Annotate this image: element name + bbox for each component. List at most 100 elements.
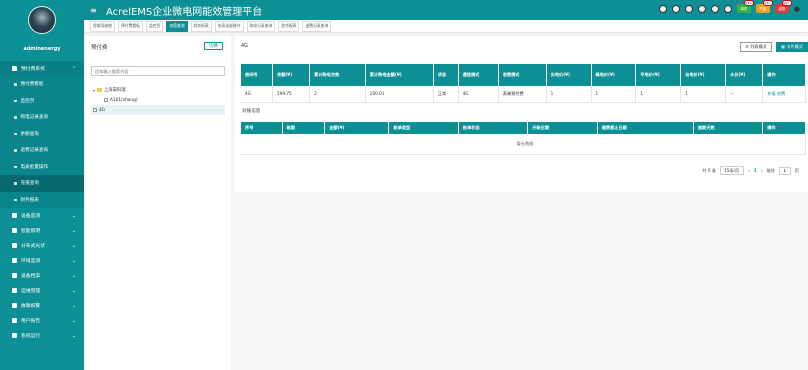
pagination: 共 0 条 15条/页 ‹ 1 › 前往 页 <box>702 166 799 175</box>
sidebar-subitem-label: 余额查询 <box>20 131 39 137</box>
sidebar-item-device-monitor[interactable]: 设备监测 ⌄ <box>0 208 84 223</box>
bullet-icon <box>14 198 17 201</box>
sidebar-subitem-recharge[interactable]: 充值查询 <box>0 175 84 192</box>
table-cell: 1 <box>546 86 592 103</box>
sidebar-subitem-finance[interactable]: 财务报表 <box>0 191 84 208</box>
sidebar-item-label: 系统运行 <box>21 334 41 339</box>
avatar[interactable] <box>28 6 56 34</box>
page-tabs: 智能驾驶舱 预付费看板 监控页 充值查询 财务报表 电表批量操作 购电记录查询 … <box>84 20 808 33</box>
tree-node-child[interactable]: A101(zhang) <box>91 95 225 105</box>
col-header: 逾期天数 <box>693 122 764 134</box>
sidebar-item-prepaid-system[interactable]: 预付费系统 ⌃ <box>0 61 84 76</box>
tab-composite-report[interactable]: 综合报表 <box>278 20 300 32</box>
sidebar-item-maintenance[interactable]: 运维管理 ⌄ <box>0 283 84 298</box>
card-mode-button[interactable]: ▦ 卡片模式 <box>775 42 808 52</box>
badge-count: 99+ <box>743 0 754 6</box>
next-page-button[interactable]: › <box>761 168 763 173</box>
badge-label: 严重 <box>759 7 767 11</box>
table-cell: 1 <box>591 86 637 103</box>
col-header: 收费模式 <box>498 64 547 86</box>
tree-search-input[interactable] <box>91 66 225 76</box>
tab-prepaid-dashboard[interactable]: 预付费看板 <box>117 20 143 32</box>
tree-panel: 预付费 切换 ▾ 上海安科瑞 A101(zhang) 4G <box>85 36 231 370</box>
view-mode-buttons: ≡ 列表模式 ▦ 卡片模式 <box>740 42 808 52</box>
event-badge[interactable]: 事件 99+ <box>736 0 754 13</box>
theme-icon[interactable] <box>658 4 667 13</box>
tab-recharge[interactable]: 充值查询 <box>166 20 188 32</box>
list-mode-button[interactable]: ≡ 列表模式 <box>740 42 772 52</box>
sidebar-subitem-batch-ops[interactable]: 电表批量操作 <box>0 158 84 175</box>
table-cell: 1 <box>680 86 727 103</box>
sidebar-item-environment[interactable]: 环境监测 ⌄ <box>0 253 84 268</box>
tree-node-root[interactable]: ▾ 上海安科瑞 <box>91 85 225 95</box>
shirt-icon[interactable] <box>723 4 732 13</box>
menu-icon[interactable]: ≡ <box>90 6 100 15</box>
sidebar-item-label: 环境监测 <box>21 259 41 264</box>
prev-page-button[interactable]: ‹ <box>748 168 750 173</box>
bullet-icon <box>14 83 17 86</box>
col-header: 操作 <box>762 64 806 86</box>
col-header: 房间号 <box>241 64 274 86</box>
collapse-triangle-icon[interactable]: ▾ <box>93 88 95 93</box>
sidebar-subitem-monitor[interactable]: 监控页 <box>0 92 84 109</box>
tree-node-label: A101(zhang) <box>110 97 138 103</box>
sidebar-item-lighting[interactable]: 智能照明 ⌄ <box>0 223 84 238</box>
tab-finance[interactable]: 财务报表 <box>190 20 212 32</box>
tab-cockpit[interactable]: 智能驾驶舱 <box>90 20 115 32</box>
page-size-value: 15条/页 <box>724 167 740 173</box>
panel-title: 预付费 <box>91 45 108 51</box>
limit-badge[interactable]: 越限 99+ <box>774 0 792 13</box>
meter-icon <box>93 108 97 112</box>
sidebar-item-report[interactable]: 用户报告 ⌄ <box>0 313 84 328</box>
sidebar-item-device-archive[interactable]: 设备档案 ⌄ <box>0 268 84 283</box>
goto-page-input[interactable] <box>778 166 791 175</box>
empty-row: 暂无数据 <box>241 134 806 155</box>
bullet-icon <box>14 99 17 102</box>
col-header: 操作 <box>762 122 806 134</box>
table-cell: 4G <box>241 86 274 103</box>
tree-node-selected[interactable]: 4G <box>91 105 225 115</box>
col-header: 谷电价(¥) <box>680 64 727 86</box>
user-icon[interactable]: ● <box>794 5 800 13</box>
sidebar-item-label: 分布式光伏 <box>21 244 45 249</box>
chevron-down-icon: ⌄ <box>71 242 76 249</box>
col-header: 通信模式 <box>458 64 499 86</box>
current-page[interactable]: 1 <box>754 168 757 173</box>
goto-label: 前往 <box>766 167 775 173</box>
search-icon[interactable] <box>671 4 680 13</box>
sidebar-item-label: 故障报警 <box>21 304 41 309</box>
bulb-icon <box>12 228 17 233</box>
sidebar-item-system[interactable]: 系统运行 ⌄ <box>0 328 84 343</box>
switch-button[interactable]: 切换 <box>204 42 223 50</box>
sidebar-subitem-dashboard[interactable]: 预付费看板 <box>0 76 84 93</box>
tab-purchase-records[interactable]: 购电记录查询 <box>246 20 276 32</box>
sidebar-item-label: 预付费系统 <box>21 67 45 72</box>
room-tree: ▾ 上海安科瑞 A101(zhang) 4G <box>91 85 225 115</box>
sidebar-subitem-refund-records[interactable]: 退费记录查询 <box>0 142 84 159</box>
chevron-down-icon: ⌄ <box>71 317 76 324</box>
tab-batch-ops[interactable]: 电表批量操作 <box>214 20 244 32</box>
top-header: ≡ AcrelEMS企业微电网能效管理平台 事件 99+ 严重 99+ 越限 99+ … <box>84 0 808 20</box>
recharge-refund-link[interactable]: 充值 退费 <box>762 86 806 103</box>
chevron-down-icon: ⌄ <box>71 212 76 219</box>
report-icon[interactable] <box>710 4 719 13</box>
empty-message: 暂无数据 <box>241 134 806 155</box>
recharge-table: 房间号 余额(¥) 累计购电次数 累计购电金额(¥) 状态 通信模式 收费模式 … <box>241 64 806 103</box>
page-unit-label: 页 <box>794 167 799 173</box>
sidebar-item-alarm[interactable]: 故障报警 ⌄ <box>0 298 84 313</box>
tab-monitor[interactable]: 监控页 <box>145 20 164 32</box>
col-header: 状态 <box>433 64 459 86</box>
sidebar-item-pv[interactable]: 分布式光伏 ⌄ <box>0 238 84 253</box>
page-size-select[interactable]: 15条/页 <box>720 166 745 175</box>
fullscreen-icon[interactable] <box>697 4 706 13</box>
severe-badge[interactable]: 严重 99+ <box>755 0 773 13</box>
table-cell: 表端预付费 <box>498 86 547 103</box>
tab-refund-records[interactable]: 退费记录查询 <box>302 20 332 32</box>
sidebar-subitem-balance[interactable]: 余额查询 <box>0 125 84 142</box>
sidebar-subitem-purchase-records[interactable]: 购电记录查询 <box>0 109 84 126</box>
badge-count: 99+ <box>781 0 792 6</box>
sidebar-subitem-label: 电表批量操作 <box>20 164 49 170</box>
refresh-icon[interactable] <box>684 4 693 13</box>
system-icon <box>12 333 17 338</box>
sidebar-subitem-label: 退费记录查询 <box>20 148 49 154</box>
